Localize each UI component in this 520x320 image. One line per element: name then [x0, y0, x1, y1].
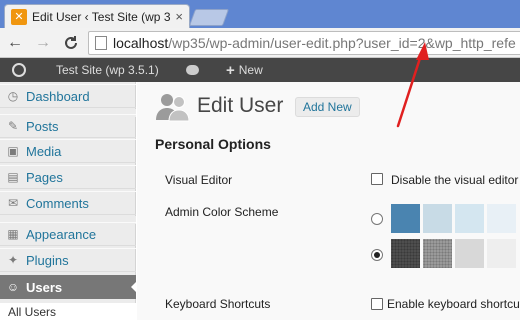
reload-icon[interactable] [60, 32, 82, 54]
tab-close-icon[interactable]: × [175, 9, 183, 24]
sidebar-item-users[interactable]: ☺ Users [0, 275, 137, 299]
admin-color-scheme-label: Admin Color Scheme [165, 205, 279, 219]
add-new-button[interactable]: Add New [295, 97, 360, 117]
admin-sidebar: ◷ Dashboard ✎ Posts ▣ Media ▤ Pages ✉ Co… [0, 82, 137, 320]
disable-visual-editor-text: Disable the visual editor w [391, 173, 520, 187]
wordpress-logo-icon[interactable] [12, 58, 26, 82]
page-icon [95, 36, 107, 50]
browser-toolbar: ← → localhost/wp35/wp-admin/user-edit.ph… [0, 28, 520, 58]
url-host: localhost [113, 35, 169, 51]
swatch-gray-3 [455, 239, 484, 268]
xampp-favicon-icon: ✕ [11, 8, 27, 25]
enable-keyboard-shortcuts-checkbox[interactable] [371, 298, 383, 310]
admin-bar-new[interactable]: + New [226, 58, 263, 82]
sidebar-item-plugins[interactable]: ✦ Plugins [0, 248, 136, 272]
sidebar-item-label: Media [26, 143, 62, 159]
page-title: Edit User [197, 94, 284, 117]
sidebar-item-label: Pages [26, 169, 63, 185]
section-title: Personal Options [155, 136, 271, 152]
enable-keyboard-shortcuts-text: Enable keyboard shortcuts [387, 297, 520, 311]
swatch-gray-2 [423, 239, 452, 268]
browser-tab-active[interactable]: ✕ Edit User ‹ Test Site (wp 3. × [4, 4, 190, 28]
swatch-blue-4 [487, 204, 516, 233]
appearance-icon: ▦ [7, 227, 19, 241]
sidebar-item-media[interactable]: ▣ Media [0, 139, 136, 163]
sidebar-item-label: Appearance [26, 226, 97, 242]
sidebar-item-dashboard[interactable]: ◷ Dashboard [0, 84, 136, 108]
sidebar-item-label: Posts [26, 118, 59, 134]
forward-arrow-icon[interactable]: → [32, 32, 54, 54]
disable-visual-editor-checkbox[interactable] [371, 173, 383, 185]
sidebar-item-comments[interactable]: ✉ Comments [0, 191, 136, 215]
keyboard-shortcuts-label: Keyboard Shortcuts [165, 297, 271, 311]
main-content: Edit User Add New Personal Options Visua… [137, 82, 520, 320]
plus-icon: + [226, 61, 235, 79]
dashboard-icon: ◷ [7, 89, 19, 103]
visual-editor-label: Visual Editor [165, 173, 233, 187]
sidebar-item-label: Dashboard [26, 88, 90, 104]
posts-pin-icon: ✎ [7, 119, 19, 133]
swatch-blue-2 [423, 204, 452, 233]
color-scheme-blue-radio[interactable] [371, 213, 383, 225]
sidebar-item-pages[interactable]: ▤ Pages [0, 165, 136, 189]
admin-bar-site-name[interactable]: Test Site (wp 3.5.1) [56, 58, 159, 82]
sidebar-item-appearance[interactable]: ▦ Appearance [0, 222, 136, 246]
sidebar-item-label: Plugins [26, 252, 69, 268]
swatch-blue-1 [391, 204, 420, 233]
color-scheme-gray-radio[interactable] [371, 249, 383, 261]
swatch-gray-4 [487, 239, 516, 268]
plugins-icon: ✦ [7, 253, 19, 267]
users-icon: ☺ [6, 280, 20, 294]
submenu-item-all-users[interactable]: All Users [0, 303, 136, 320]
tab-title: Edit User ‹ Test Site (wp 3. [32, 9, 171, 24]
sidebar-item-label: Comments [26, 195, 89, 211]
new-tab-button[interactable] [188, 9, 230, 26]
swatch-blue-3 [455, 204, 484, 233]
url-path: /wp35/wp-admin/user-edit.php?user_id=2&w… [168, 35, 516, 51]
users-page-icon [156, 94, 189, 122]
sidebar-item-posts[interactable]: ✎ Posts [0, 114, 136, 138]
wp-admin-bar: Test Site (wp 3.5.1) + New [0, 58, 520, 82]
media-icon: ▣ [7, 144, 19, 158]
admin-bar-new-label: New [238, 63, 263, 77]
swatch-gray-1 [391, 239, 420, 268]
sidebar-item-label: Users [26, 279, 63, 295]
comments-bubble-icon[interactable] [186, 58, 199, 82]
comments-icon: ✉ [7, 196, 19, 210]
back-arrow-icon[interactable]: ← [4, 32, 26, 54]
pages-icon: ▤ [7, 170, 19, 184]
address-bar[interactable]: localhost/wp35/wp-admin/user-edit.php?us… [88, 31, 520, 55]
browser-tabstrip: ✕ Edit User ‹ Test Site (wp 3. × [0, 0, 520, 28]
